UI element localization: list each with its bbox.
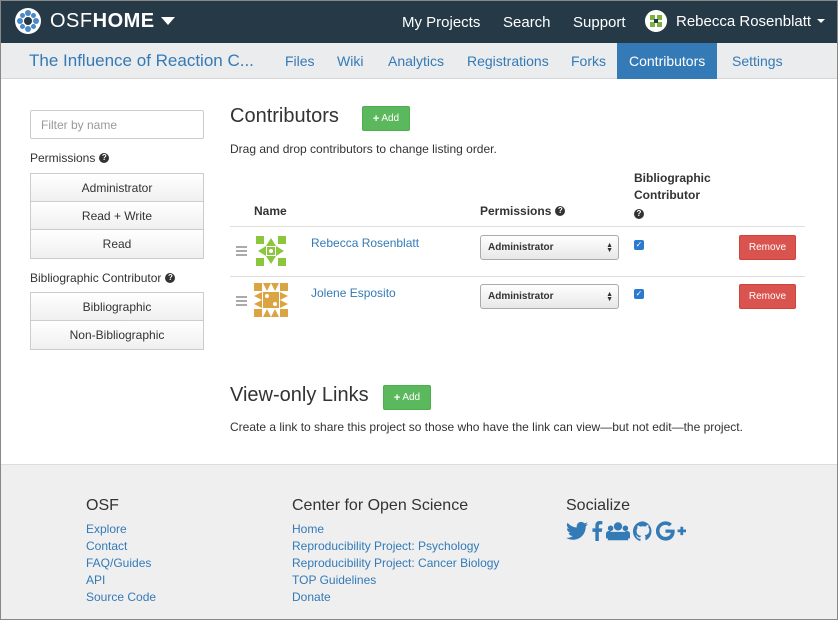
footer-link-rp-psychology[interactable]: Reproducibility Project: Psychology	[292, 539, 479, 553]
add-view-only-label: Add	[402, 392, 421, 403]
table-divider	[230, 226, 805, 227]
column-name: Name	[254, 204, 287, 218]
view-only-description: Create a link to share this project so t…	[230, 420, 743, 434]
plus-icon: +	[393, 391, 401, 404]
footer-link-faq[interactable]: FAQ/Guides	[86, 556, 151, 570]
column-permissions-text: Permissions	[480, 204, 552, 218]
permission-select[interactable]: Administrator ▲ ▼	[480, 284, 619, 309]
footer-osf-heading: OSF	[86, 497, 119, 514]
project-title[interactable]: The Influence of Reaction C...	[29, 51, 254, 71]
filter-bibliographic-button[interactable]: Bibliographic	[31, 293, 203, 321]
remove-contributor-button[interactable]: Remove	[739, 284, 796, 309]
remove-contributor-button[interactable]: Remove	[739, 235, 796, 260]
tab-forks[interactable]: Forks	[571, 43, 606, 79]
tab-contributors[interactable]: Contributors	[617, 43, 718, 79]
add-view-only-link-button[interactable]: + Add	[383, 385, 431, 410]
group-icon[interactable]	[606, 521, 630, 541]
question-circle-icon[interactable]: ?	[99, 153, 110, 163]
view-only-links-heading: View-only Links	[230, 384, 369, 406]
drag-handle-icon[interactable]	[236, 246, 247, 258]
bibliographic-filter-group: Bibliographic Non-Bibliographic	[30, 292, 204, 350]
footer-link-explore[interactable]: Explore	[86, 522, 127, 536]
twitter-icon[interactable]	[566, 521, 588, 541]
permission-select[interactable]: Administrator ▲ ▼	[480, 235, 619, 260]
tab-registrations[interactable]: Registrations	[467, 43, 549, 79]
select-arrows-icon: ▲ ▼	[606, 291, 613, 303]
table-divider	[230, 276, 805, 277]
drag-handle-icon[interactable]	[236, 296, 247, 308]
caret-down-icon	[160, 17, 175, 25]
tab-files[interactable]: Files	[285, 43, 315, 79]
footer-link-home[interactable]: Home	[292, 522, 324, 536]
footer-link-top-guidelines[interactable]: TOP Guidelines	[292, 573, 376, 587]
footer-link-api[interactable]: API	[86, 573, 105, 587]
contributor-avatar	[254, 283, 288, 317]
contributor-name-link[interactable]: Rebecca Rosenblatt	[311, 236, 419, 250]
top-navbar: OSF HOME My Projects Search Support Rebec…	[1, 1, 837, 43]
footer: OSF Explore Contact FAQ/Guides API Sourc…	[1, 464, 837, 619]
caret-down-icon	[817, 19, 826, 23]
nav-search[interactable]: Search	[503, 1, 551, 43]
select-arrows-icon: ▲ ▼	[606, 242, 613, 254]
bibliographic-checkbox[interactable]: ✓	[634, 240, 644, 250]
question-circle-icon[interactable]: ?	[555, 206, 566, 216]
question-circle-icon[interactable]: ?	[165, 273, 176, 283]
project-navbar: The Influence of Reaction C... Files Wik…	[1, 43, 837, 79]
tab-analytics[interactable]: Analytics	[388, 43, 444, 79]
contributor-avatar	[254, 234, 288, 268]
osf-home-brand[interactable]: OSF HOME	[14, 7, 175, 35]
add-contributor-button[interactable]: + Add	[362, 106, 410, 131]
footer-link-donate[interactable]: Donate	[292, 590, 331, 604]
github-icon[interactable]	[633, 521, 653, 541]
bibliographic-filter-label-text: Bibliographic Contributor	[30, 271, 162, 285]
nav-support[interactable]: Support	[573, 1, 626, 43]
facebook-icon[interactable]	[591, 521, 603, 541]
filter-non-bibliographic-button[interactable]: Non-Bibliographic	[31, 321, 203, 349]
footer-cos-heading: Center for Open Science	[292, 497, 469, 514]
permissions-filter-group: Administrator Read + Write Read	[30, 173, 204, 259]
avatar	[645, 10, 667, 32]
tab-settings[interactable]: Settings	[732, 43, 783, 79]
contributor-name-link[interactable]: Jolene Esposito	[311, 286, 396, 300]
filter-by-name-input[interactable]	[30, 110, 204, 139]
column-permissions: Permissions ?	[480, 204, 566, 218]
bibliographic-checkbox[interactable]: ✓	[634, 289, 644, 299]
nav-my-projects[interactable]: My Projects	[402, 1, 480, 43]
brand-osf-text: OSF	[50, 9, 93, 32]
permissions-filter-label-text: Permissions	[30, 151, 96, 165]
osf-logo-icon	[15, 8, 41, 34]
tab-wiki[interactable]: Wiki	[337, 43, 363, 79]
add-contributor-label: Add	[381, 113, 400, 124]
permissions-filter-label: Permissions ?	[30, 151, 110, 165]
brand-home-text: HOME	[92, 9, 155, 32]
social-links	[566, 521, 686, 541]
user-menu[interactable]: Rebecca Rosenblatt	[645, 10, 826, 32]
column-bibliographic-line1: Bibliographic	[634, 171, 711, 185]
filter-read-write-button[interactable]: Read + Write	[31, 202, 203, 230]
bibliographic-filter-label: Bibliographic Contributor ?	[30, 271, 176, 285]
permission-select-value: Administrator	[488, 242, 554, 253]
google-plus-icon[interactable]	[656, 521, 686, 541]
filter-administrator-button[interactable]: Administrator	[31, 174, 203, 202]
column-bibliographic-line2: Contributor	[634, 188, 700, 202]
filter-read-button[interactable]: Read	[31, 230, 203, 258]
user-name: Rebecca Rosenblatt	[676, 12, 812, 30]
permission-select-value: Administrator	[488, 291, 554, 302]
plus-icon: +	[372, 112, 380, 125]
contributors-heading: Contributors	[230, 105, 339, 127]
footer-link-rp-cancer-biology[interactable]: Reproducibility Project: Cancer Biology	[292, 556, 499, 570]
question-circle-icon[interactable]: ?	[634, 209, 644, 219]
footer-socialize-heading: Socialize	[566, 497, 631, 514]
column-bibliographic: Bibliographic Contributor ?	[634, 170, 711, 221]
drag-instructions: Drag and drop contributors to change lis…	[230, 142, 497, 156]
footer-link-source-code[interactable]: Source Code	[86, 590, 156, 604]
footer-link-contact[interactable]: Contact	[86, 539, 127, 553]
